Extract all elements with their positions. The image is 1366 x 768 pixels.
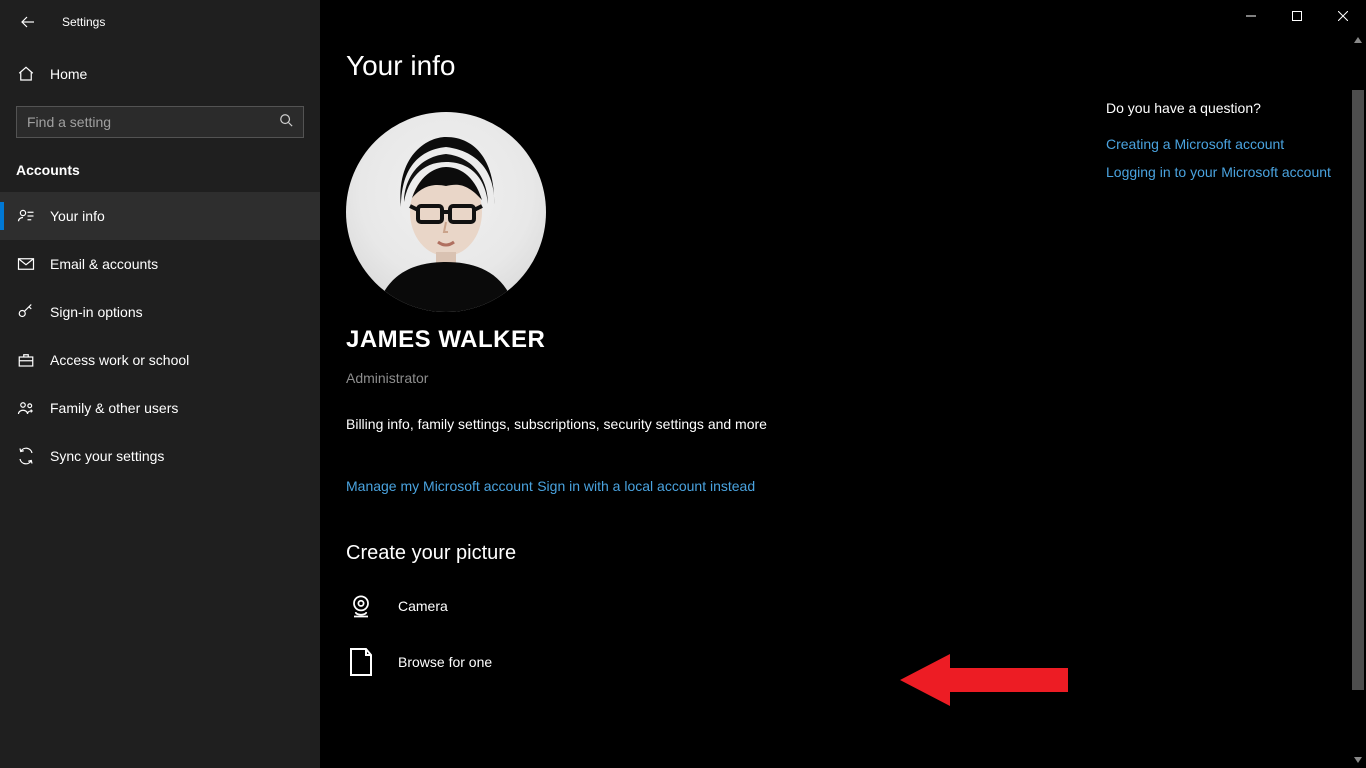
maximize-button[interactable] xyxy=(1274,0,1320,32)
account-role: Administrator xyxy=(346,370,1106,386)
user-name: JAMES WALKER xyxy=(346,326,1106,354)
sidebar-item-your-info[interactable]: Your info xyxy=(0,192,320,240)
browse-label: Browse for one xyxy=(398,654,492,670)
camera-option[interactable]: Camera xyxy=(346,591,1106,621)
sidebar-item-signin-options[interactable]: Sign-in options xyxy=(0,288,320,336)
scroll-thumb[interactable] xyxy=(1352,90,1364,690)
manage-account-link[interactable]: Manage my Microsoft account xyxy=(346,478,533,494)
window-controls xyxy=(1228,0,1366,32)
help-link-create-account[interactable]: Creating a Microsoft account xyxy=(1106,136,1346,152)
search-icon xyxy=(279,113,293,132)
help-title: Do you have a question? xyxy=(1106,100,1346,116)
help-panel: Do you have a question? Creating a Micro… xyxy=(1106,0,1366,768)
avatar xyxy=(346,112,546,312)
picture-file-icon xyxy=(346,647,376,677)
page-title: Your info xyxy=(346,50,1106,82)
back-button[interactable] xyxy=(8,2,48,42)
sidebar-item-label: Family & other users xyxy=(50,400,178,416)
create-picture-heading: Create your picture xyxy=(346,542,1106,565)
settings-window: Settings Home Accounts xyxy=(0,0,1366,768)
window-title: Settings xyxy=(62,15,105,29)
home-button[interactable]: Home xyxy=(0,52,320,96)
sidebar-item-label: Sync your settings xyxy=(50,448,164,464)
local-account-link[interactable]: Sign in with a local account instead xyxy=(537,478,755,494)
browse-option[interactable]: Browse for one xyxy=(346,647,1106,677)
home-label: Home xyxy=(50,66,87,82)
sidebar-item-access-work-school[interactable]: Access work or school xyxy=(0,336,320,384)
sidebar-item-label: Access work or school xyxy=(50,352,189,368)
sidebar-item-label: Your info xyxy=(50,208,105,224)
sidebar-item-email-accounts[interactable]: Email & accounts xyxy=(0,240,320,288)
sidebar-item-label: Email & accounts xyxy=(50,256,158,272)
scroll-up-button[interactable] xyxy=(1350,32,1366,48)
people-icon xyxy=(16,399,36,417)
scroll-down-button[interactable] xyxy=(1350,752,1366,768)
sync-icon xyxy=(16,447,36,465)
camera-icon xyxy=(346,591,376,621)
sidebar-item-sync-settings[interactable]: Sync your settings xyxy=(0,432,320,480)
minimize-button[interactable] xyxy=(1228,0,1274,32)
sidebar: Settings Home Accounts xyxy=(0,0,320,768)
mail-icon xyxy=(16,255,36,273)
billing-description: Billing info, family settings, subscript… xyxy=(346,416,1106,432)
sidebar-item-family-users[interactable]: Family & other users xyxy=(0,384,320,432)
briefcase-icon xyxy=(16,351,36,369)
sidebar-item-label: Sign-in options xyxy=(50,304,143,320)
help-link-login-account[interactable]: Logging in to your Microsoft account xyxy=(1106,164,1346,180)
home-icon xyxy=(16,65,36,83)
scrollbar[interactable] xyxy=(1350,32,1366,768)
camera-label: Camera xyxy=(398,598,448,614)
content: Your info xyxy=(320,0,1106,768)
sidebar-header: Settings xyxy=(0,0,320,44)
person-card-icon xyxy=(16,207,36,225)
search-container xyxy=(0,96,320,150)
main-area: Your info xyxy=(320,0,1366,768)
search-input[interactable] xyxy=(27,114,279,130)
sidebar-section-label: Accounts xyxy=(0,150,320,192)
key-icon xyxy=(16,303,36,321)
search-box[interactable] xyxy=(16,106,304,138)
close-button[interactable] xyxy=(1320,0,1366,32)
